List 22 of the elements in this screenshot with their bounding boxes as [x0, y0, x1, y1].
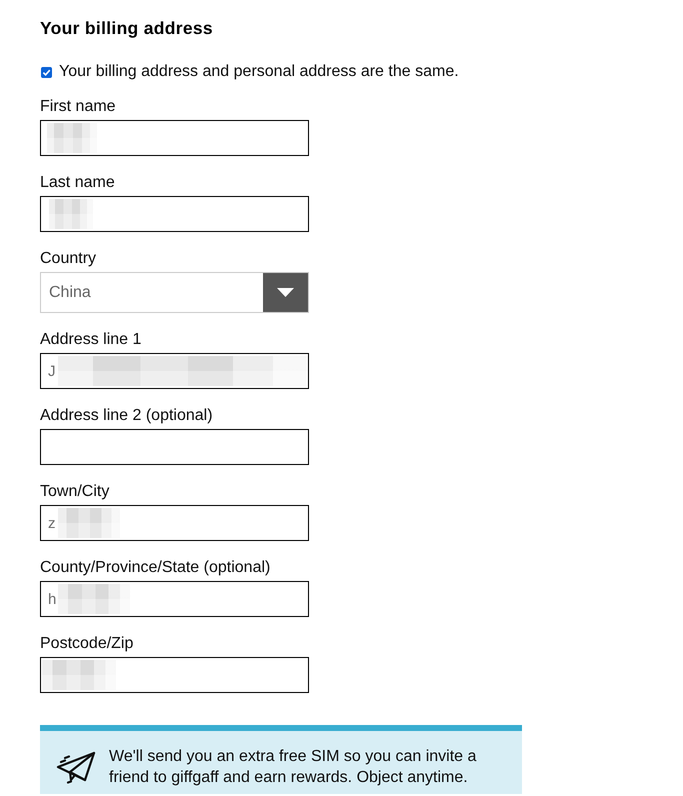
country-dropdown[interactable]: China: [40, 272, 309, 313]
input-field[interactable]: z: [40, 505, 309, 541]
field-label: Address line 1: [40, 330, 142, 350]
input-field[interactable]: [40, 196, 309, 232]
input-field[interactable]: [40, 120, 309, 156]
field-label: Address line 2 (optional): [40, 406, 214, 426]
field-label: County/Province/State (optional): [40, 558, 272, 578]
field-label: Postcode/Zip: [40, 634, 134, 654]
input-field[interactable]: [40, 429, 309, 465]
field-label: Town/City: [40, 482, 110, 502]
field-label: Country: [40, 249, 98, 269]
input-field[interactable]: h: [40, 581, 309, 617]
paper-plane-icon: [56, 750, 96, 784]
banner-text: We'll send you an extra free SIM so you can invite a friend to giffgaff and earn rewards. Object anytime.: [109, 747, 478, 788]
field-label: Last name: [40, 173, 116, 193]
section-heading: Your billing address: [40, 18, 213, 38]
field-label: First name: [40, 97, 117, 117]
input-field[interactable]: [40, 657, 309, 693]
checkbox-label: Your billing address and personal address are the same.: [59, 62, 459, 82]
input-field[interactable]: J: [40, 353, 309, 389]
caret-icon: [277, 288, 294, 297]
checkbox[interactable]: [41, 66, 52, 78]
